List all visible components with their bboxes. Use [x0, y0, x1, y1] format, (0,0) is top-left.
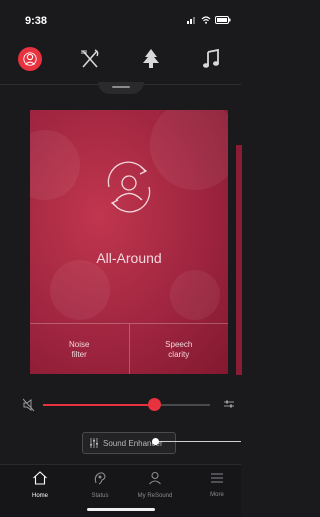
restaurant-icon: [81, 49, 99, 68]
battery-icon: [215, 16, 231, 24]
tab-status[interactable]: Status: [75, 471, 125, 499]
equalizer-icon[interactable]: [223, 399, 235, 409]
program-card[interactable]: All-Around Noise filter Speech clarity: [30, 110, 228, 374]
bokeh-decoration: [170, 270, 220, 320]
speech-clarity-label-line1: Speech: [165, 339, 193, 349]
volume-track-remaining[interactable]: [160, 404, 210, 406]
program-title: All-Around: [96, 250, 162, 266]
program-restaurant[interactable]: [72, 41, 108, 77]
tab-more-label: More: [210, 492, 224, 498]
speech-clarity-label-line2: clarity: [168, 349, 190, 359]
all-around-icon: [107, 161, 151, 213]
home-icon: [33, 471, 47, 485]
system-icons: [187, 16, 231, 24]
next-program-card-peek[interactable]: [236, 145, 242, 375]
program-music[interactable]: [193, 41, 229, 77]
program-all-around[interactable]: [12, 41, 48, 77]
status-time: 9:38: [25, 15, 48, 27]
noise-filter-label-line2: filter: [71, 349, 87, 359]
tree-icon: [142, 49, 159, 68]
volume-control: [0, 395, 241, 415]
program-outdoor[interactable]: [133, 41, 169, 77]
tab-my-resound[interactable]: My ReSound: [130, 471, 180, 499]
tab-more[interactable]: More: [192, 471, 242, 498]
signal-icon: [187, 17, 195, 24]
wifi-icon: [201, 16, 211, 24]
sound-enhancer-button[interactable]: Sound Enhancer: [82, 432, 176, 454]
home-indicator: [87, 508, 155, 511]
noise-filter-label-line1: Noise: [69, 339, 90, 349]
music-icon: [202, 48, 219, 68]
bokeh-decoration: [150, 110, 228, 190]
tab-home-label: Home: [31, 493, 48, 499]
program-selector: [0, 38, 241, 80]
volume-slider-thumb[interactable]: [148, 398, 161, 411]
noise-filter-option[interactable]: Noise filter: [30, 324, 129, 374]
menu-icon: [211, 473, 223, 483]
tab-home[interactable]: Home: [15, 471, 65, 499]
drawer-handle[interactable]: [98, 82, 144, 94]
tab-my-resound-label: My ReSound: [137, 493, 173, 499]
speech-clarity-option[interactable]: Speech clarity: [128, 324, 229, 374]
program-options: Noise filter Speech clarity: [30, 323, 228, 374]
volume-track-filled[interactable]: [43, 404, 155, 406]
sliders-icon: [90, 438, 98, 448]
tutorial-pointer-line: [155, 441, 241, 442]
bokeh-decoration: [30, 130, 80, 200]
profile-icon: [149, 471, 161, 485]
active-program-indicator: [18, 47, 43, 71]
status-icon: [94, 472, 106, 485]
status-bar: 9:38: [0, 0, 241, 30]
drawer-handle-bar: [112, 86, 130, 88]
mute-icon[interactable]: [23, 398, 35, 412]
tab-status-label: Status: [91, 493, 109, 499]
bokeh-decoration: [50, 260, 110, 320]
person-icon: [23, 52, 37, 66]
tutorial-pointer-dot: [152, 438, 159, 445]
